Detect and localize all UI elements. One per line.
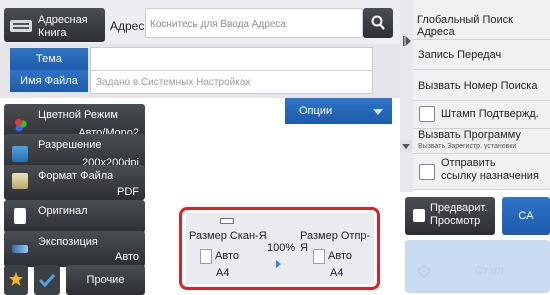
favorite-button[interactable] (4, 265, 28, 295)
arrow-right-icon (276, 260, 281, 268)
file-format-value: PDF (117, 186, 139, 198)
color-mode-label: Цветной Режим (38, 109, 118, 121)
star-icon (9, 272, 23, 286)
filename-input[interactable]: Задано в Системных Настройках (90, 70, 373, 94)
scan-doc-icon (200, 249, 212, 264)
exposure-label: Экспозиция (38, 236, 98, 248)
subject-label: Тема (10, 48, 88, 70)
options-dropdown[interactable]: Опции (285, 98, 392, 124)
scan-size-value: Авто (215, 250, 239, 262)
other-button[interactable]: Прочие (66, 265, 145, 295)
resolution-icon (12, 146, 28, 162)
chevron-down-icon (373, 109, 383, 115)
original-icon (14, 208, 26, 224)
call-search-number-button[interactable]: Вызвать Номер Поиска (413, 70, 550, 101)
filename-label: Имя Файла (10, 70, 88, 92)
options-label: Опции (299, 105, 333, 117)
file-format-button[interactable]: Формат Файла PDF (4, 165, 145, 200)
send-log-label: Запись Передач (418, 49, 502, 61)
checkmark-icon (38, 273, 56, 287)
address-book-label: Адресная Книга (38, 14, 88, 39)
check-button[interactable] (34, 265, 60, 295)
address-label: Адрес (110, 19, 145, 33)
clear-all-button[interactable]: CA (502, 197, 550, 235)
send-link-toggle[interactable]: Отправить ссылку назначения (413, 154, 550, 190)
scan-size-paper: A4 (216, 267, 230, 279)
send-doc-icon (313, 249, 325, 264)
call-program-button[interactable]: Вызвать Программу Вызвать Зарегистр. уст… (413, 129, 550, 154)
scanner-icon (220, 218, 234, 224)
start-button[interactable]: Старт (405, 240, 550, 293)
panel-collapse-handle[interactable] (400, 0, 413, 192)
file-format-icon (12, 173, 28, 189)
chevron-down-icon (402, 144, 410, 149)
original-button[interactable]: Оригинал (4, 200, 145, 233)
exposure-icon (12, 245, 28, 253)
preview-icon (413, 209, 425, 222)
collapse-arrow-icon (403, 36, 411, 46)
send-link-label: Отправить ссылку назначения (441, 157, 539, 182)
confirm-stamp-label: Штамп Подтвержд. (441, 108, 539, 120)
preview-button[interactable]: Предварит. Просмотр (405, 197, 495, 235)
address-book-icon (10, 20, 32, 32)
scroll-down-button[interactable] (400, 140, 412, 152)
call-program-label: Вызвать Программу (418, 129, 521, 141)
preview-label: Предварит. Просмотр (430, 202, 488, 227)
ratio-value: 100% (267, 242, 296, 254)
scan-size-label: Размер Скан-Я (189, 230, 267, 242)
confirm-stamp-toggle[interactable]: Штамп Подтвержд. (413, 101, 550, 129)
size-settings-area[interactable]: Размер Скан-Я Авто A4 100% Размер Отпр-Я… (186, 213, 374, 284)
call-search-number-label: Вызвать Номер Поиска (418, 80, 538, 92)
exposure-value: Авто (115, 251, 139, 263)
exposure-button[interactable]: Экспозиция Авто (4, 231, 145, 267)
call-program-sublabel: Вызвать Зарегистр. установки (418, 143, 517, 150)
send-size-value: Авто (328, 250, 352, 262)
start-icon (417, 264, 431, 278)
send-link-checkbox[interactable] (419, 164, 435, 180)
send-size-paper: A4 (330, 267, 344, 279)
global-address-search-button[interactable]: Глобальный Поиск Адреса (413, 0, 550, 40)
color-mode-icon (12, 116, 28, 132)
global-address-search-label: Глобальный Поиск Адреса (417, 14, 513, 38)
address-input[interactable]: Коснитесь для Ввода Адреса (145, 8, 363, 38)
send-log-button[interactable]: Запись Передач (413, 40, 550, 70)
search-button[interactable] (363, 8, 393, 38)
address-book-button[interactable]: Адресная Книга (4, 8, 105, 42)
original-label: Оригинал (38, 205, 88, 217)
resolution-label: Разрешение (38, 139, 102, 151)
subject-input[interactable] (90, 47, 373, 71)
file-format-label: Формат Файла (38, 170, 114, 182)
search-icon (371, 15, 385, 30)
confirm-stamp-checkbox[interactable] (419, 106, 435, 122)
start-label: Старт (475, 265, 505, 277)
